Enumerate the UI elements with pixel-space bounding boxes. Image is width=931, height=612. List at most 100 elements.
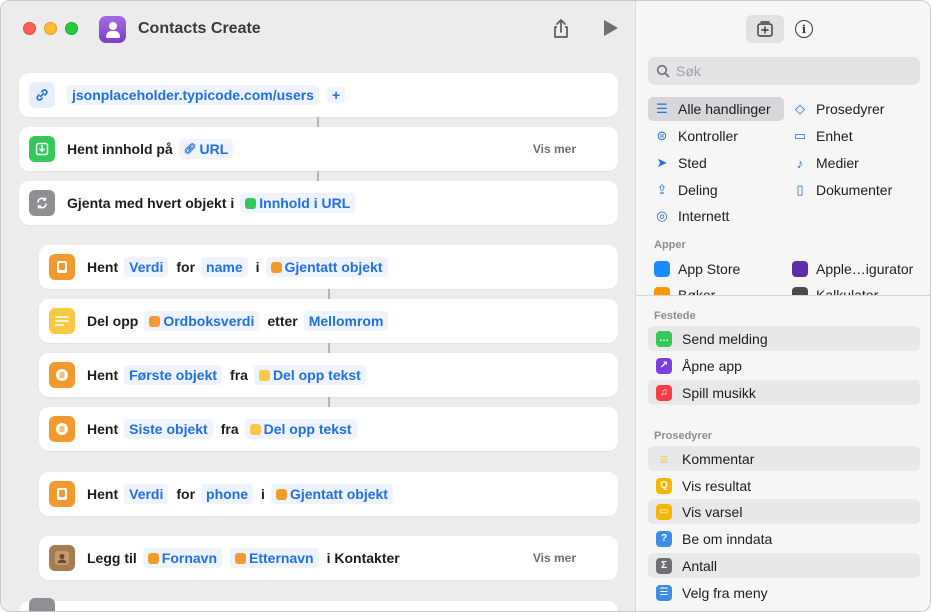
- search-input[interactable]: [676, 63, 896, 79]
- app-item[interactable]: App Store: [648, 257, 784, 281]
- list-icon: ☰︎: [656, 101, 668, 116]
- music-note-icon: ♪: [796, 155, 804, 171]
- first-item-token[interactable]: Første objekt: [124, 365, 223, 385]
- app-item[interactable]: Apple…igurator: [786, 257, 920, 281]
- text-lines-icon: [258, 369, 270, 381]
- category-location[interactable]: ➤ Sted: [648, 151, 784, 175]
- category-device[interactable]: ▭ Enhet: [786, 124, 920, 148]
- action-library: i ☰︎Alle handlinger ◇Prosedyrer ⊜Kontrol…: [635, 1, 930, 611]
- category-sharing[interactable]: ⇪ Deling: [648, 178, 784, 202]
- url-token[interactable]: jsonplaceholder.typicode.com/users: [67, 85, 319, 105]
- show-result-icon: Q: [656, 477, 672, 494]
- category-web[interactable]: ◎ Internett: [648, 204, 784, 228]
- add-contact-action[interactable]: Legg til Fornavn Etternavn i Kontakter V…: [39, 536, 618, 580]
- flow-connector: [328, 289, 330, 299]
- flow-connector: [317, 171, 319, 181]
- location-arrow-icon: ➤: [656, 155, 668, 170]
- close-window-button[interactable]: [23, 22, 36, 35]
- action-label: for: [176, 486, 196, 502]
- split-text-token[interactable]: Del opp tekst: [253, 365, 366, 385]
- compass-icon: ◎: [656, 208, 668, 223]
- shortcut-title[interactable]: Contacts Create: [138, 20, 261, 38]
- pinned-action-item[interactable]: … Send melding: [648, 326, 920, 351]
- action-label: etter: [267, 313, 298, 329]
- repeat-each-action[interactable]: Gjenta med hvert objekt i Innhold i URL: [19, 181, 618, 225]
- first-name-token[interactable]: Fornavn: [142, 548, 223, 568]
- alert-icon: ▭: [656, 503, 672, 520]
- separator-token[interactable]: Mellomrom: [303, 311, 389, 331]
- share-icon: ⇪: [656, 182, 668, 197]
- add-url-button[interactable]: +: [326, 87, 346, 103]
- scripting-action-item[interactable]: Q Vis resultat: [648, 473, 920, 498]
- category-all-actions[interactable]: ☰︎ Alle handlinger: [648, 97, 784, 121]
- url-action[interactable]: jsonplaceholder.typicode.com/users +: [19, 73, 618, 117]
- apps-section-label: Apper: [654, 239, 686, 251]
- contents-variable-token[interactable]: Innhold i URL: [240, 193, 356, 213]
- last-name-token[interactable]: Etternavn: [230, 548, 319, 568]
- show-more-button[interactable]: Vis mer: [533, 551, 576, 565]
- action-label: fra: [220, 421, 239, 437]
- get-contents-action[interactable]: Hent innhold på 🔗︎ URL Vis mer: [19, 127, 618, 171]
- text-lines-icon: [49, 308, 75, 334]
- pinned-action-item[interactable]: ↗ Åpne app: [648, 353, 920, 378]
- shortcut-editor: Contacts Create jsonplaceholder.typicode…: [1, 1, 635, 611]
- share-icon[interactable]: [549, 17, 573, 41]
- dictionary-value-token[interactable]: Ordboksverdi: [144, 311, 260, 331]
- add-action-icon: [757, 21, 773, 37]
- repeat-item-icon: [275, 488, 287, 500]
- list-icon: [49, 362, 75, 388]
- comment-icon: ≡: [659, 450, 669, 467]
- key-token[interactable]: phone: [201, 484, 254, 504]
- category-media[interactable]: ♪ Medier: [786, 151, 920, 175]
- scripting-action-item[interactable]: ? Be om inndata: [648, 526, 920, 551]
- action-label: Gjenta med hvert objekt i: [67, 195, 235, 211]
- next-action-partial[interactable]: [19, 598, 618, 611]
- apps-list: App Store Apple…igurator Bøker Kalkulato…: [636, 253, 930, 295]
- pinned-action-item[interactable]: ♫ Spill musikk: [648, 380, 920, 405]
- scripting-section-label: Prosedyrer: [654, 430, 713, 442]
- key-token[interactable]: name: [201, 257, 248, 277]
- dictionary-icon: [149, 315, 161, 327]
- get-last-item-action[interactable]: Hent Siste objekt fra Del opp tekst: [39, 407, 618, 451]
- scripting-action-item[interactable]: ≡ Kommentar: [648, 446, 920, 471]
- app-item[interactable]: Kalkulator: [786, 283, 920, 295]
- scripting-action-item[interactable]: Σ Antall: [648, 553, 920, 578]
- category-controls[interactable]: ⊜ Kontroller: [648, 124, 784, 148]
- action-label: Hent innhold på: [67, 141, 173, 157]
- run-shortcut-button[interactable]: [604, 20, 618, 36]
- music-icon: ♫: [656, 384, 672, 401]
- apple-configurator-icon: [792, 261, 808, 277]
- repeat-item-token[interactable]: Gjentatt objekt: [270, 484, 393, 504]
- menu-icon: ☰︎: [656, 584, 672, 601]
- list-icon: [49, 416, 75, 442]
- shortcut-icon[interactable]: [99, 16, 126, 43]
- split-text-action[interactable]: Del opp Ordboksverdi etter Mellomrom: [39, 299, 618, 343]
- scripting-action-item[interactable]: ▭ Vis varsel: [648, 499, 920, 524]
- category-scripting[interactable]: ◇ Prosedyrer: [786, 97, 920, 121]
- get-dictionary-value-action[interactable]: Hent Verdi for name i Gjentatt objekt: [39, 245, 618, 289]
- url-variable-token[interactable]: 🔗︎ URL: [178, 139, 234, 159]
- shortcuts-window: Contacts Create jsonplaceholder.typicode…: [0, 0, 931, 612]
- category-documents[interactable]: ▯ Dokumenter: [786, 178, 920, 202]
- repeat-item-icon: [270, 261, 282, 273]
- window-controls: [23, 22, 78, 35]
- show-more-button[interactable]: Vis mer: [533, 142, 576, 156]
- action-label: Hent: [87, 486, 119, 502]
- info-icon[interactable]: i: [795, 20, 813, 38]
- scripting-action-item[interactable]: ☰︎ Velg fra meny: [648, 580, 920, 605]
- split-text-token[interactable]: Del opp tekst: [244, 419, 357, 439]
- minimize-window-button[interactable]: [44, 22, 57, 35]
- last-item-token[interactable]: Siste objekt: [124, 419, 213, 439]
- app-store-icon: [654, 261, 670, 277]
- search-field[interactable]: [648, 57, 920, 85]
- repeat-item-token[interactable]: Gjentatt objekt: [265, 257, 388, 277]
- action-library-tab[interactable]: [746, 15, 784, 43]
- get-first-item-action[interactable]: Hent Første objekt fra Del opp tekst: [39, 353, 618, 397]
- get-dictionary-value-action[interactable]: Hent Verdi for phone i Gjentatt objekt: [39, 472, 618, 516]
- value-token[interactable]: Verdi: [124, 257, 169, 277]
- app-item[interactable]: Bøker: [648, 283, 784, 295]
- zoom-window-button[interactable]: [65, 22, 78, 35]
- value-token[interactable]: Verdi: [124, 484, 169, 504]
- action-label: Hent: [87, 421, 119, 437]
- variable-icon: [235, 552, 247, 564]
